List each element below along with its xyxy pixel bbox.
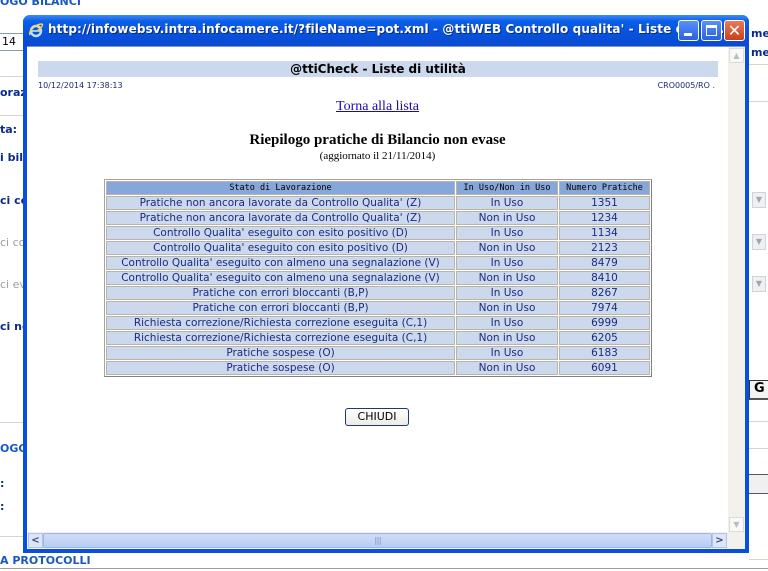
cell-numero: 6205 — [559, 331, 650, 345]
back-to-list-link[interactable]: Torna alla lista — [336, 99, 419, 114]
cell-uso: Non in Uso — [456, 301, 558, 315]
background-label-data: ta: — [0, 123, 18, 136]
scroll-left-arrow-icon[interactable]: < — [28, 533, 43, 548]
table-row: Controllo Qualita' eseguito con esito po… — [106, 226, 650, 240]
cell-numero: 8479 — [559, 256, 650, 270]
table-row: Pratiche non ancora lavorate da Controll… — [106, 211, 650, 225]
cell-stato: Richiesta correzione/Richiesta correzion… — [106, 331, 455, 345]
maximize-icon — [706, 25, 717, 36]
close-icon: ✕ — [727, 21, 742, 40]
background-label-2: ci co — [0, 236, 26, 249]
close-window-button[interactable]: ✕ — [724, 20, 745, 41]
chiudi-button[interactable]: CHIUDI — [345, 408, 409, 426]
cell-numero: 8410 — [559, 271, 650, 285]
column-header-numero: Numero Pratiche — [559, 181, 650, 195]
cell-uso: In Uso — [456, 316, 558, 330]
table-row: Pratiche non ancora lavorate da Controll… — [106, 196, 650, 210]
cell-uso: Non in Uso — [456, 271, 558, 285]
cell-uso: Non in Uso — [456, 361, 558, 375]
table-row: Pratiche sospese (O) In Uso 6183 — [106, 346, 650, 360]
cell-stato: Pratiche non ancora lavorate da Controll… — [106, 196, 455, 210]
cell-uso: In Uso — [456, 256, 558, 270]
background-select-dropdown-1[interactable]: ▼ — [752, 192, 766, 208]
horizontal-scrollbar[interactable]: < |||| > — [27, 532, 728, 549]
cell-stato: Pratiche sospese (O) — [106, 346, 455, 360]
cell-uso: In Uso — [456, 286, 558, 300]
background-section-heading: OGO BILANCI — [0, 0, 81, 8]
column-header-stato: Stato di Lavorazione — [106, 181, 455, 195]
popup-window: http://infowebsv.intra.infocamere.it/?fi… — [23, 15, 749, 553]
window-titlebar[interactable]: http://infowebsv.intra.infocamere.it/?fi… — [23, 15, 749, 46]
background-link-protocolli[interactable]: A PROTOCOLLI — [0, 554, 91, 567]
report-subtitle: (aggiornato il 21/11/2014) — [319, 150, 436, 162]
table-row: Richiesta correzione/Richiesta correzion… — [106, 331, 650, 345]
background-go-button[interactable]: G — [749, 380, 768, 400]
cell-numero: 7974 — [559, 301, 650, 315]
cell-numero: 8267 — [559, 286, 650, 300]
minimize-icon — [684, 33, 692, 36]
cell-numero: 1134 — [559, 226, 650, 240]
report-title: Riepilogo pratiche di Bilancio non evase — [249, 132, 506, 148]
page-code: CRO0005/RO . — [657, 81, 715, 90]
background-date-input[interactable]: 14 — [0, 33, 24, 51]
cell-uso: In Uso — [456, 346, 558, 360]
scroll-down-arrow-icon[interactable]: ▼ — [729, 517, 744, 532]
cell-stato: Controllo Qualita' eseguito con esito po… — [106, 241, 455, 255]
maximize-button[interactable] — [701, 20, 722, 41]
cell-stato: Controllo Qualita' eseguito con esito po… — [106, 226, 455, 240]
cell-stato: Pratiche con errori bloccanti (B,P) — [106, 286, 455, 300]
cell-numero: 2123 — [559, 241, 650, 255]
table-row: Controllo Qualita' eseguito con almeno u… — [106, 271, 650, 285]
internet-explorer-icon — [29, 23, 44, 38]
background-colon-1: : — [0, 477, 5, 490]
cell-stato: Controllo Qualita' eseguito con almeno u… — [106, 256, 455, 270]
background-select-dropdown-3[interactable]: ▼ — [752, 276, 766, 292]
cell-numero: 1351 — [559, 196, 650, 210]
table-row: Pratiche con errori bloccanti (B,P) Non i… — [106, 301, 650, 315]
cell-uso: Non in Uso — [456, 331, 558, 345]
vertical-scrollbar[interactable]: ▲ ▼ — [728, 47, 745, 533]
report-page: @ttiCheck - Liste di utilità 10/12/2014 … — [27, 47, 728, 533]
scroll-right-arrow-icon[interactable]: > — [712, 533, 727, 548]
cell-uso: In Uso — [456, 196, 558, 210]
cell-stato: Pratiche con errori bloccanti (B,P) — [106, 301, 455, 315]
background-label-bilanci: i bil — [0, 151, 24, 164]
scroll-up-arrow-icon[interactable]: ▲ — [729, 48, 744, 63]
cell-stato: Pratiche non ancora lavorate da Controll… — [106, 211, 455, 225]
background-label-3: ci ev — [0, 278, 26, 291]
cell-stato: Richiesta correzione/Richiesta correzion… — [106, 316, 455, 330]
background-colon-2: : — [0, 500, 5, 513]
cell-stato: Pratiche sospese (O) — [106, 361, 455, 375]
table-row: Richiesta correzione/Richiesta correzion… — [106, 316, 650, 330]
cell-uso: In Uso — [456, 226, 558, 240]
table-row: Controllo Qualita' eseguito con esito po… — [106, 241, 650, 255]
background-right-text-1: mes — [751, 27, 768, 40]
page-header: @ttiCheck - Liste di utilità — [38, 61, 718, 77]
table-row: Pratiche con errori bloccanti (B,P) In Us… — [106, 286, 650, 300]
cell-numero: 6999 — [559, 316, 650, 330]
summary-table: Stato di Lavorazione In Uso/Non in Uso N… — [104, 179, 652, 377]
background-right-text-2: mes — [751, 46, 768, 59]
cell-numero: 6091 — [559, 361, 650, 375]
background-right-bar — [749, 474, 768, 494]
cell-stato: Controllo Qualita' eseguito con almeno u… — [106, 271, 455, 285]
window-title: http://infowebsv.intra.infocamere.it/?fi… — [48, 22, 734, 36]
cell-uso: Non in Uso — [456, 211, 558, 225]
minimize-button[interactable] — [678, 20, 699, 41]
table-header-row: Stato di Lavorazione In Uso/Non in Uso N… — [106, 181, 650, 195]
scrollbar-corner — [728, 532, 745, 549]
window-content: @ttiCheck - Liste di utilità 10/12/2014 … — [27, 46, 745, 549]
horizontal-scroll-thumb[interactable]: |||| — [43, 533, 712, 548]
background-select-dropdown-2[interactable]: ▼ — [752, 234, 766, 250]
column-header-uso: In Uso/Non in Uso — [456, 181, 558, 195]
table-row: Controllo Qualita' eseguito con almeno u… — [106, 256, 650, 270]
cell-numero: 1234 — [559, 211, 650, 225]
table-row: Pratiche sospese (O) Non in Uso 6091 — [106, 361, 650, 375]
cell-uso: Non in Uso — [456, 241, 558, 255]
cell-numero: 6183 — [559, 346, 650, 360]
timestamp: 10/12/2014 17:38:13 — [38, 81, 123, 90]
